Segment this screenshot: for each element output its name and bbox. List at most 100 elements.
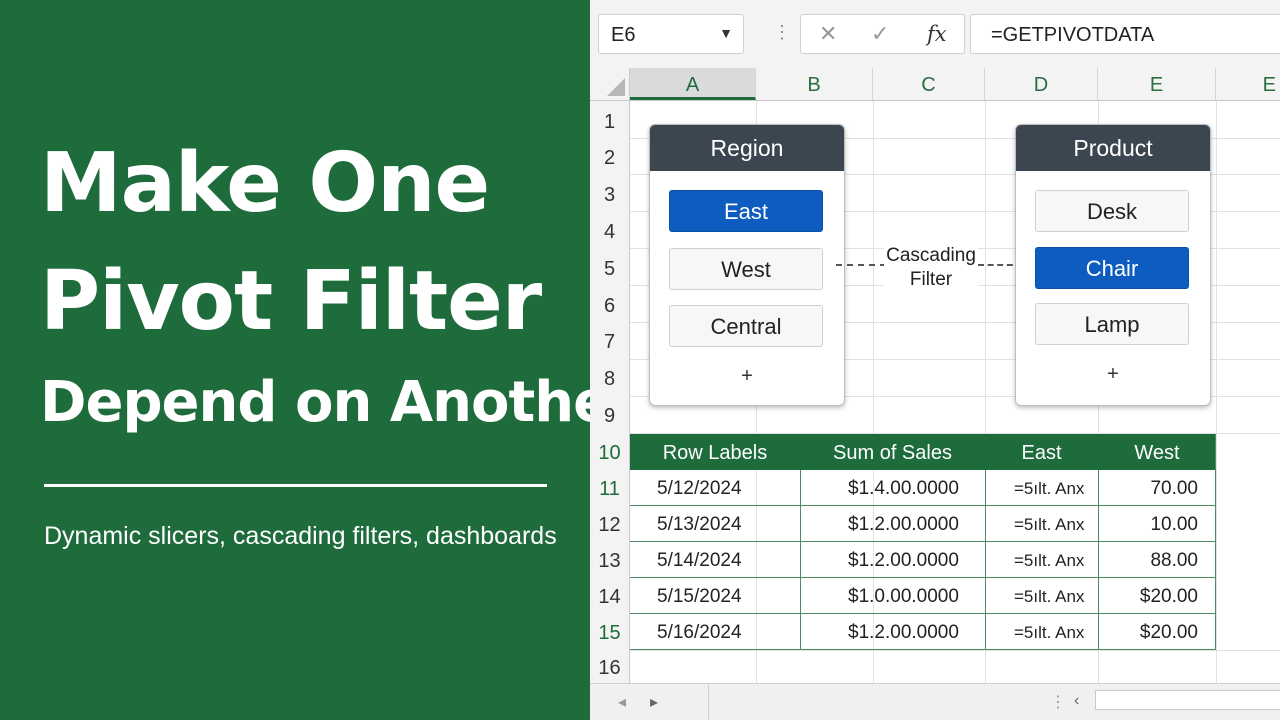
row-headers: 1 2 3 4 5 6 7 8 9 10 11 12 13 14 15 16 bbox=[590, 101, 630, 683]
formula-bar: E6 ▼ ⋮ ✕ ✓ fx =GETPIVOTDATA bbox=[590, 0, 1280, 68]
product-slicer-title: Product bbox=[1016, 125, 1210, 171]
row-header[interactable]: 2 bbox=[590, 147, 629, 170]
pivot-header-row-labels[interactable]: Row Labels bbox=[630, 434, 800, 470]
table-row[interactable]: 5/13/2024 $1.2.00.0000 =5ılt. Anx 10.00 bbox=[630, 506, 1216, 542]
pivot-cell-row-label: 5/16/2024 bbox=[657, 622, 742, 643]
sheet-tab-bar: ◂ ▸ ⋮ ‹ bbox=[590, 683, 1280, 720]
region-slicer: Region East West Central + bbox=[649, 124, 845, 406]
row-header[interactable]: 6 bbox=[590, 295, 629, 318]
row-header[interactable]: 15 bbox=[590, 622, 629, 645]
cascading-filter-label-line-1: Cascading bbox=[886, 245, 976, 266]
table-row[interactable]: 5/15/2024 $1.0.00.0000 =5ılt. Anx $20.00 bbox=[630, 578, 1216, 614]
cascade-connector-left bbox=[836, 264, 886, 266]
row-header[interactable]: 9 bbox=[590, 405, 629, 428]
add-slicer-item-button[interactable]: + bbox=[650, 365, 844, 388]
hero-divider bbox=[44, 484, 547, 487]
column-headers: A B C D E E bbox=[630, 68, 1280, 101]
pivot-header-sum-of-sales[interactable]: Sum of Sales bbox=[800, 434, 985, 470]
pivot-cell-east: =5ılt. Anx bbox=[1014, 587, 1085, 606]
pivot-cell-west: 70.00 bbox=[1150, 478, 1198, 499]
slicer-item-lamp[interactable]: Lamp bbox=[1035, 303, 1189, 345]
drag-handle-icon[interactable]: ⋮ bbox=[773, 22, 791, 43]
previous-sheet-icon[interactable]: ◂ bbox=[618, 692, 626, 712]
region-slicer-title: Region bbox=[650, 125, 844, 171]
slicer-item-chair[interactable]: Chair bbox=[1035, 247, 1189, 289]
column-header-e-2[interactable]: E bbox=[1216, 68, 1280, 100]
scroll-left-icon[interactable]: ‹ bbox=[1074, 692, 1079, 710]
pivot-cell-sum: $1.2.00.0000 bbox=[848, 514, 959, 535]
pivot-cell-east: =5ılt. Anx bbox=[1014, 623, 1085, 642]
column-header-b[interactable]: B bbox=[756, 68, 873, 100]
row-header[interactable]: 12 bbox=[590, 514, 629, 537]
hero-subtitle: Dynamic slicers, cascading filters, dash… bbox=[44, 522, 557, 550]
hero-title-line-2: Pivot Filter bbox=[40, 254, 542, 349]
add-slicer-item-button[interactable]: + bbox=[1016, 363, 1210, 386]
pivot-cell-row-label: 5/15/2024 bbox=[657, 586, 742, 607]
pivot-header-west[interactable]: West bbox=[1098, 434, 1216, 470]
pivot-border bbox=[1098, 470, 1099, 650]
divider bbox=[708, 684, 709, 720]
column-header-e[interactable]: E bbox=[1098, 68, 1216, 100]
pivot-border bbox=[1215, 434, 1216, 650]
table-row[interactable]: 5/14/2024 $1.2.00.0000 =5ılt. Anx 88.00 bbox=[630, 542, 1216, 578]
row-header[interactable]: 7 bbox=[590, 331, 629, 354]
pivot-cell-west: 88.00 bbox=[1150, 550, 1198, 571]
slicer-item-central[interactable]: Central bbox=[669, 305, 823, 347]
pivot-header-east[interactable]: East bbox=[985, 434, 1098, 470]
spreadsheet: E6 ▼ ⋮ ✕ ✓ fx =GETPIVOTDATA A B C D E E … bbox=[590, 0, 1280, 720]
pivot-cell-row-label: 5/12/2024 bbox=[657, 478, 742, 499]
row-header[interactable]: 5 bbox=[590, 258, 629, 281]
pivot-cell-sum: $1.2.00.0000 bbox=[848, 622, 959, 643]
formula-text: =GETPIVOTDATA bbox=[991, 24, 1155, 46]
hero-title-line-3: Depend on Another bbox=[40, 370, 638, 435]
slicer-item-desk[interactable]: Desk bbox=[1035, 190, 1189, 232]
slicer-item-east[interactable]: East bbox=[669, 190, 823, 232]
gridline bbox=[1216, 101, 1217, 683]
hero-panel: Make One Pivot Filter Depend on Another … bbox=[0, 0, 638, 720]
pivot-cell-row-label: 5/14/2024 bbox=[657, 550, 742, 571]
slicer-item-west[interactable]: West bbox=[669, 248, 823, 290]
pivot-cell-east: =5ılt. Anx bbox=[1014, 479, 1085, 498]
pivot-cell-west: 10.00 bbox=[1150, 514, 1198, 535]
pivot-cell-row-label: 5/13/2024 bbox=[657, 514, 742, 535]
row-header[interactable]: 4 bbox=[590, 221, 629, 244]
pivot-cell-sum: $1.2.00.0000 bbox=[848, 550, 959, 571]
chevron-down-icon[interactable]: ▼ bbox=[719, 25, 733, 41]
enter-icon[interactable]: ✓ bbox=[871, 21, 889, 47]
row-header[interactable]: 3 bbox=[590, 184, 629, 207]
column-header-a[interactable]: A bbox=[630, 68, 756, 100]
gridline bbox=[630, 650, 1280, 651]
pivot-border bbox=[800, 470, 801, 650]
pivot-cell-east: =5ılt. Anx bbox=[1014, 515, 1085, 534]
column-header-c[interactable]: C bbox=[873, 68, 985, 100]
cancel-icon[interactable]: ✕ bbox=[819, 21, 837, 47]
table-row[interactable]: 5/12/2024 $1.4.00.0000 =5ılt. Anx 70.00 bbox=[630, 470, 1216, 506]
row-header[interactable]: 14 bbox=[590, 586, 629, 609]
name-box[interactable]: E6 ▼ bbox=[598, 14, 744, 54]
pivot-cell-west: $20.00 bbox=[1139, 586, 1198, 607]
table-row[interactable]: 5/16/2024 $1.2.00.0000 =5ılt. Anx $20.00 bbox=[630, 614, 1216, 650]
row-header[interactable]: 1 bbox=[590, 111, 629, 134]
cascading-filter-label: Cascading Filter bbox=[884, 244, 978, 292]
next-sheet-icon[interactable]: ▸ bbox=[650, 692, 658, 712]
pivot-cell-sum: $1.0.00.0000 bbox=[848, 586, 959, 607]
more-options-icon[interactable]: ⋮ bbox=[1050, 692, 1066, 712]
formula-input[interactable]: =GETPIVOTDATA bbox=[970, 14, 1280, 54]
pivot-cell-west: $20.00 bbox=[1139, 622, 1198, 643]
name-box-value: E6 bbox=[611, 24, 636, 46]
row-header[interactable]: 16 bbox=[590, 657, 629, 680]
horizontal-scrollbar[interactable] bbox=[1095, 690, 1280, 710]
pivot-cell-sum: $1.4.00.0000 bbox=[848, 478, 959, 499]
column-header-d[interactable]: D bbox=[985, 68, 1098, 100]
row-header[interactable]: 11 bbox=[590, 478, 629, 501]
row-header[interactable]: 8 bbox=[590, 368, 629, 391]
hero-title-line-1: Make One bbox=[40, 136, 490, 231]
pivot-cell-east: =5ılt. Anx bbox=[1014, 551, 1085, 570]
insert-function-icon[interactable]: fx bbox=[927, 22, 947, 46]
pivot-border bbox=[985, 470, 986, 650]
row-header[interactable]: 10 bbox=[590, 442, 629, 465]
select-all-corner[interactable] bbox=[590, 68, 630, 101]
row-header[interactable]: 13 bbox=[590, 550, 629, 573]
cascading-filter-label-line-2: Filter bbox=[909, 269, 953, 290]
product-slicer: Product Desk Chair Lamp + bbox=[1015, 124, 1211, 406]
